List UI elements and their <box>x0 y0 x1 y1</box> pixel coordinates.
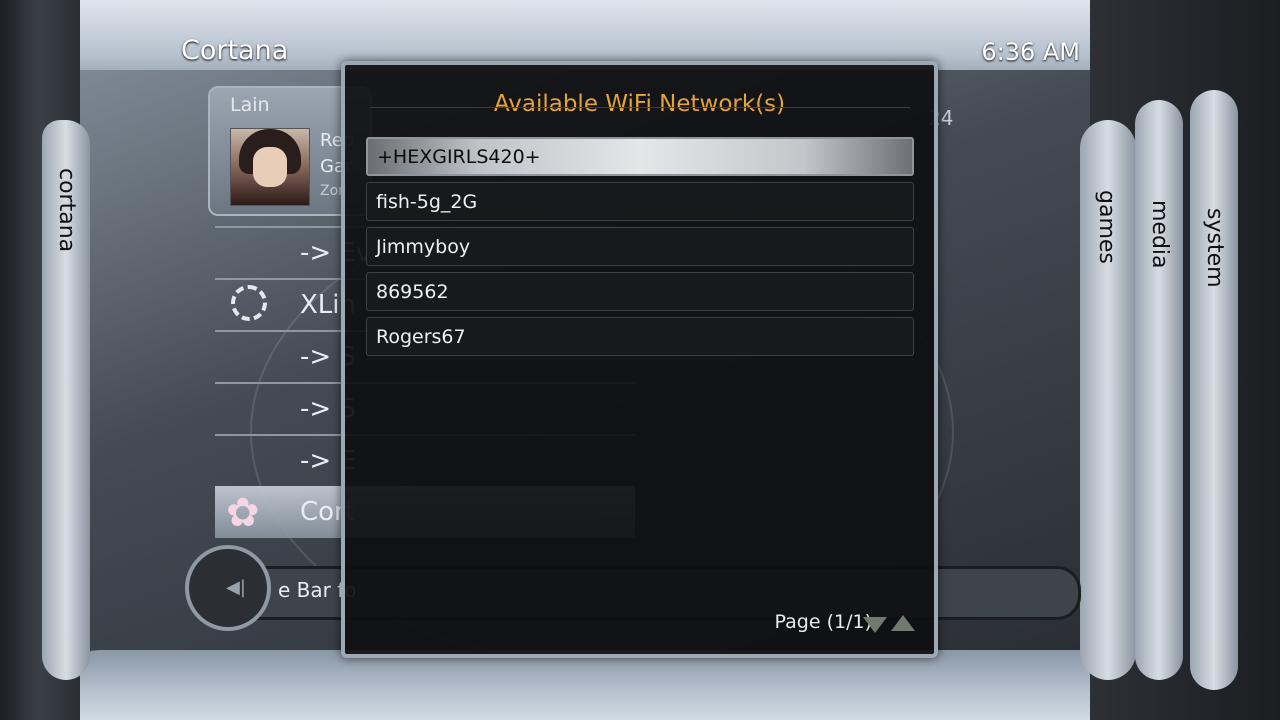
gamertag: Lain <box>230 94 270 116</box>
triangle-down-icon[interactable] <box>863 617 887 633</box>
blade-cortana[interactable]: cortana <box>42 120 90 680</box>
page-indicator: Page (1/1) <box>774 611 872 633</box>
skip-back-icon: ◀| <box>226 577 246 598</box>
divider <box>370 107 910 108</box>
network-item[interactable]: Rogers67 <box>366 317 914 356</box>
triangle-up-icon[interactable] <box>891 615 915 631</box>
network-item[interactable]: fish-5g_2G <box>366 182 914 221</box>
avatar <box>230 128 310 206</box>
network-list: +HEXGIRLS420+ fish-5g_2G Jimmyboy 869562… <box>366 137 914 362</box>
blade-label-system: system <box>1202 208 1227 288</box>
blade-label-games: games <box>1094 190 1119 264</box>
loading-ring-icon <box>231 285 267 321</box>
network-item-selected[interactable]: +HEXGIRLS420+ <box>366 137 914 176</box>
blade-label-media: media <box>1147 200 1172 269</box>
network-item[interactable]: 869562 <box>366 272 914 311</box>
network-item[interactable]: Jimmyboy <box>366 227 914 266</box>
blade-label-cortana: cortana <box>54 168 79 253</box>
blade-system[interactable]: system <box>1190 90 1238 690</box>
wifi-dialog: Available WiFi Network(s) +HEXGIRLS420+ … <box>341 61 938 658</box>
blade-media[interactable]: media <box>1135 100 1183 680</box>
cherry-blossom-icon: ✿ <box>226 490 260 536</box>
page-title: Cortana <box>181 35 289 66</box>
clock: 6:36 AM <box>981 38 1080 66</box>
blade-games[interactable]: games <box>1080 120 1136 680</box>
dialog-title: Available WiFi Network(s) <box>493 91 786 117</box>
